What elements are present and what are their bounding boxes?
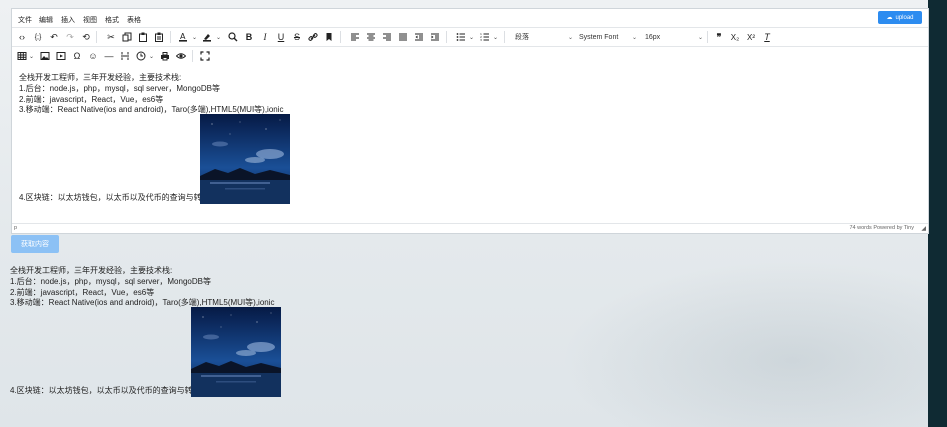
- upload-label: upload: [895, 14, 914, 21]
- bookmark-icon[interactable]: [322, 30, 336, 44]
- toolbar-divider: [170, 31, 171, 43]
- superscript-icon[interactable]: X²: [744, 30, 758, 44]
- indent-icon[interactable]: [428, 30, 442, 44]
- horizontal-rule-icon[interactable]: —: [102, 49, 116, 63]
- toolbar-divider: [707, 31, 708, 43]
- print-icon[interactable]: [158, 49, 172, 63]
- outdent-icon[interactable]: [412, 30, 426, 44]
- output-line: 全栈开发工程师，三年开发经验，主要技术栈:: [10, 266, 173, 275]
- editor-statusbar: p 74 words Powered by Tiny ◢: [12, 223, 928, 233]
- block-format-select[interactable]: 段落 ⌄: [512, 30, 576, 44]
- text-color-icon[interactable]: A: [176, 30, 190, 44]
- block-format-value: 段落: [515, 34, 529, 41]
- content-line: 1.后台：node.js，php，mysql，sql server，MongoD…: [19, 83, 220, 93]
- align-right-icon[interactable]: [380, 30, 394, 44]
- subscript-icon[interactable]: X₂: [728, 30, 742, 44]
- element-path[interactable]: p: [14, 225, 17, 231]
- menu-format[interactable]: 格式: [105, 15, 119, 25]
- underline-icon[interactable]: U: [274, 30, 288, 44]
- window-edge-strip: [928, 0, 947, 427]
- toolbar-divider: [504, 31, 505, 43]
- highlight-color-icon[interactable]: [200, 30, 214, 44]
- font-size-select[interactable]: 16px ⌄: [642, 30, 706, 44]
- toolbar-row-1: ‹› {;} ↶ ↷ ⟲ ✂ A ⌄ ⌄ B I U S ⌄ 1 2 3 ⌄ 段…: [12, 27, 928, 46]
- code-sample-icon[interactable]: {;}: [31, 30, 45, 44]
- text-color-chevron-icon[interactable]: ⌄: [191, 30, 198, 44]
- restore-draft-icon[interactable]: ⟲: [79, 30, 93, 44]
- svg-text:A: A: [180, 32, 186, 41]
- night-landscape-image[interactable]: [199, 114, 290, 205]
- output-line: 4.区块链：以太坊钱包，以太币以及代币的查询与转账: [10, 386, 201, 396]
- menu-table[interactable]: 表格: [127, 15, 141, 25]
- italic-icon[interactable]: I: [258, 30, 272, 44]
- clear-formatting-icon[interactable]: T: [760, 30, 774, 44]
- upload-button[interactable]: ☁ upload: [878, 11, 922, 24]
- word-count-value: 74 words: [849, 225, 872, 231]
- background-scenery: [560, 260, 947, 427]
- chevron-down-icon: ⌄: [567, 34, 573, 41]
- bullet-list-icon[interactable]: [454, 30, 468, 44]
- rich-text-editor: 文件 编辑 插入 视图 格式 表格 ☁ upload ‹› {;} ↶ ↷ ⟲ …: [11, 8, 929, 234]
- powered-by-link[interactable]: Powered by Tiny: [873, 225, 914, 231]
- menubar: 文件 编辑 插入 视图 格式 表格 ☁ upload: [12, 9, 928, 27]
- insert-datetime-icon[interactable]: [134, 49, 148, 63]
- align-left-icon[interactable]: [348, 30, 362, 44]
- editor-content-area[interactable]: 全栈开发工程师，三年开发经验，主要技术栈: 1.后台：node.js，php，m…: [19, 73, 899, 223]
- font-family-value: System Font: [579, 33, 619, 41]
- content-line: 4.区块链：以太坊钱包，以太币以及代币的查询与转账: [19, 193, 210, 203]
- align-center-icon[interactable]: [364, 30, 378, 44]
- search-replace-icon[interactable]: [226, 30, 240, 44]
- paste-text-icon[interactable]: [152, 30, 166, 44]
- font-family-select[interactable]: System Font ⌄: [576, 30, 640, 44]
- bullet-list-chevron-icon[interactable]: ⌄: [468, 30, 475, 44]
- page-break-icon[interactable]: [118, 49, 132, 63]
- toolbar-divider: [446, 31, 447, 43]
- get-content-button[interactable]: 获取内容: [11, 235, 59, 253]
- table-chevron-icon[interactable]: ⌄: [28, 49, 35, 63]
- cut-icon[interactable]: ✂: [104, 30, 118, 44]
- preview-icon[interactable]: [174, 49, 188, 63]
- special-character-icon[interactable]: Ω: [70, 49, 84, 63]
- output-line: 1.后台：node.js，php，mysql，sql server，MongoD…: [10, 276, 211, 286]
- undo-icon[interactable]: ↶: [47, 30, 61, 44]
- chevron-down-icon: ⌄: [697, 34, 703, 41]
- blockquote-icon[interactable]: ❞: [712, 30, 726, 44]
- paste-icon[interactable]: [136, 30, 150, 44]
- emoticons-icon[interactable]: ☺: [86, 49, 100, 63]
- word-count: 74 words Powered by Tiny: [849, 225, 914, 231]
- menu-insert[interactable]: 插入: [61, 15, 75, 25]
- output-preview: 全栈开发工程师，三年开发经验，主要技术栈: 1.后台：node.js，php，m…: [10, 266, 281, 398]
- numbered-list-icon[interactable]: 123: [478, 30, 492, 44]
- svg-text:3: 3: [480, 38, 482, 42]
- toolbar-divider: [96, 31, 97, 43]
- image-icon[interactable]: [38, 49, 52, 63]
- menu-edit[interactable]: 编辑: [39, 15, 53, 25]
- align-justify-icon[interactable]: [396, 30, 410, 44]
- toolbar-row-2: ⌄ Ω ☺ — ⌄: [12, 46, 928, 65]
- output-line: 2.前端：javascript，React，Vue，es6等: [10, 287, 155, 297]
- fullscreen-icon[interactable]: [198, 49, 212, 63]
- menu-file[interactable]: 文件: [18, 15, 32, 25]
- media-icon[interactable]: [54, 49, 68, 63]
- night-landscape-image: [190, 307, 281, 398]
- chevron-down-icon: ⌄: [631, 34, 637, 41]
- toolbar-divider: [340, 31, 341, 43]
- table-icon[interactable]: [15, 49, 29, 63]
- content-line: 全栈开发工程师，三年开发经验，主要技术栈:: [19, 73, 182, 82]
- strikethrough-icon[interactable]: S: [290, 30, 304, 44]
- code-icon[interactable]: ‹›: [15, 30, 29, 44]
- menu-view[interactable]: 视图: [83, 15, 97, 25]
- bold-icon[interactable]: B: [242, 30, 256, 44]
- content-line: 2.前端：javascript，React，Vue，es6等: [19, 94, 164, 104]
- toolbar-divider: [192, 50, 193, 62]
- resize-handle-icon[interactable]: ◢: [921, 225, 926, 232]
- cloud-upload-icon: ☁: [886, 15, 893, 21]
- font-size-value: 16px: [645, 33, 661, 41]
- numbered-list-chevron-icon[interactable]: ⌄: [492, 30, 499, 44]
- datetime-chevron-icon[interactable]: ⌄: [148, 49, 155, 63]
- copy-icon[interactable]: [120, 30, 134, 44]
- highlight-color-chevron-icon[interactable]: ⌄: [215, 30, 222, 44]
- link-icon[interactable]: [306, 30, 320, 44]
- redo-icon[interactable]: ↷: [63, 30, 77, 44]
